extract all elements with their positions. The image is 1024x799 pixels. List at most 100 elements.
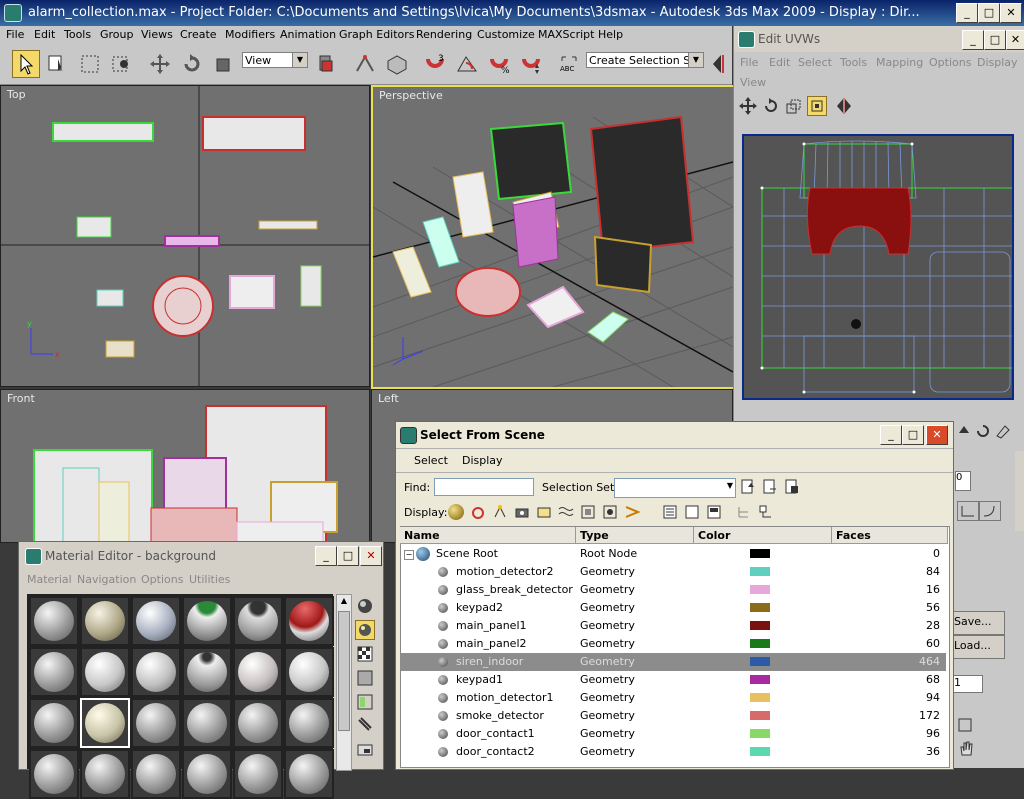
collapse-icon[interactable]: −: [404, 550, 414, 560]
menu-tools[interactable]: Tools: [64, 28, 91, 41]
rectangular-selection-icon[interactable]: [76, 50, 104, 78]
edit-uvws-menu-mapping[interactable]: Mapping: [876, 56, 923, 69]
viewport-top[interactable]: Top y x: [0, 85, 370, 387]
spacewarp-filter-icon[interactable]: [558, 504, 574, 520]
xref-filter-icon[interactable]: [602, 504, 618, 520]
menu-file[interactable]: File: [6, 28, 24, 41]
menu-edit[interactable]: Edit: [34, 28, 55, 41]
close-button[interactable]: ✕: [1000, 3, 1022, 23]
reference-coordinate-combo[interactable]: View ▼: [242, 52, 308, 68]
edit-uvws-menu-edit[interactable]: Edit: [769, 56, 790, 69]
menu-display[interactable]: Display: [462, 454, 503, 467]
angle-snap-icon[interactable]: [453, 50, 481, 78]
material-slot[interactable]: [131, 698, 181, 748]
load-button[interactable]: Load...: [953, 635, 1005, 659]
spinner-up-icon[interactable]: [957, 423, 971, 437]
menu-animation[interactable]: Animation: [280, 28, 336, 41]
uvw-freeform-icon[interactable]: [807, 96, 827, 116]
material-slot[interactable]: [29, 647, 79, 697]
minimize-button[interactable]: _: [956, 3, 978, 23]
corner-shape-icon[interactable]: [957, 501, 979, 521]
paint-icon[interactable]: [995, 423, 1011, 439]
table-row[interactable]: keypad1 Geometry 68: [400, 671, 946, 689]
display-invert-icon[interactable]: [706, 504, 722, 520]
geometry-filter-icon[interactable]: [448, 504, 464, 520]
material-slot[interactable]: [131, 596, 181, 646]
group-filter-icon[interactable]: [580, 504, 596, 520]
edit-uvws-menu-file[interactable]: File: [740, 56, 758, 69]
table-row[interactable]: motion_detector1 Geometry 94: [400, 689, 946, 707]
table-row[interactable]: glass_break_detector Geometry 16: [400, 581, 946, 599]
scale-icon[interactable]: [210, 50, 238, 78]
material-slot[interactable]: [131, 749, 181, 799]
material-menu-options[interactable]: Options: [141, 573, 183, 586]
menu-customize[interactable]: Customize: [477, 28, 535, 41]
material-options-icon[interactable]: [355, 740, 375, 760]
scroll-up-icon[interactable]: ▲: [338, 596, 350, 608]
menu-modifiers[interactable]: Modifiers: [225, 28, 275, 41]
material-slot[interactable]: [182, 749, 232, 799]
edit-uvws-maximize-button[interactable]: □: [984, 30, 1006, 50]
edit-uvws-menu-display[interactable]: Display: [977, 56, 1018, 69]
pan-hand-icon[interactable]: [957, 739, 975, 757]
material-slot[interactable]: [233, 647, 283, 697]
menu-help[interactable]: Help: [598, 28, 623, 41]
keyboard-shortcut-override-icon[interactable]: [383, 50, 411, 78]
menu-views[interactable]: Views: [141, 28, 173, 41]
curve-shape-icon[interactable]: [979, 501, 1001, 521]
move-icon[interactable]: [146, 50, 174, 78]
material-slot[interactable]: [80, 749, 130, 799]
app-icon[interactable]: [4, 4, 22, 22]
backlight-icon[interactable]: [355, 620, 375, 640]
menu-maxscript[interactable]: MAXScript: [538, 28, 594, 41]
background-checker-icon[interactable]: [355, 644, 375, 664]
rotate-icon[interactable]: [178, 50, 206, 78]
uvw-scale-icon[interactable]: [784, 96, 804, 116]
material-slot[interactable]: [284, 647, 334, 697]
zoom-region-icon[interactable]: [957, 717, 973, 733]
viewport-left-label[interactable]: Left: [378, 392, 399, 405]
select-invert-icon[interactable]: [784, 479, 800, 495]
uvw-move-icon[interactable]: [738, 96, 758, 116]
table-row[interactable]: motion_detector2 Geometry 84: [400, 563, 946, 581]
undo-icon[interactable]: [975, 423, 991, 439]
edit-uvws-menu-select[interactable]: Select: [798, 56, 832, 69]
spinner-field-2[interactable]: 0: [955, 471, 971, 491]
viewport-front[interactable]: Front: [0, 389, 370, 543]
select-object-icon[interactable]: [12, 50, 40, 78]
menu-select[interactable]: Select: [414, 454, 448, 467]
menu-rendering[interactable]: Rendering: [416, 28, 472, 41]
material-slot[interactable]: [284, 596, 334, 646]
menu-create[interactable]: Create: [180, 28, 217, 41]
dialog-minimize-button[interactable]: _: [880, 425, 902, 445]
make-preview-icon[interactable]: [355, 716, 375, 736]
column-header-name[interactable]: Name: [400, 527, 576, 544]
material-editor-close-button[interactable]: ✕: [360, 546, 382, 566]
material-slots-scrollbar[interactable]: ▲: [336, 594, 352, 771]
edit-uvws-menu-view[interactable]: View: [740, 76, 766, 89]
select-none-icon[interactable]: [762, 479, 778, 495]
select-and-manipulate-icon[interactable]: [351, 50, 379, 78]
mirror-icon[interactable]: [708, 50, 732, 78]
bone-filter-icon[interactable]: [624, 504, 641, 520]
column-header-color[interactable]: Color: [694, 527, 832, 544]
material-slot[interactable]: [284, 698, 334, 748]
table-row[interactable]: door_contact2 Geometry 36: [400, 743, 946, 761]
edit-uvws-menu-options[interactable]: Options: [929, 56, 971, 69]
table-row[interactable]: door_contact1 Geometry 96: [400, 725, 946, 743]
sample-type-icon[interactable]: [355, 596, 375, 616]
video-color-check-icon[interactable]: [355, 692, 375, 712]
dependents-display-icon[interactable]: [758, 504, 774, 520]
material-slot[interactable]: [29, 596, 79, 646]
material-slot[interactable]: [131, 647, 181, 697]
material-slot[interactable]: [182, 596, 232, 646]
edit-named-selection-icon[interactable]: ABC: [555, 50, 583, 78]
menu-group[interactable]: Group: [100, 28, 134, 41]
table-row-scene-root[interactable]: − Scene Root Root Node 0: [400, 545, 946, 563]
save-button[interactable]: Save...: [953, 611, 1005, 635]
table-row[interactable]: smoke_detector Geometry 172: [400, 707, 946, 725]
display-none-icon[interactable]: [684, 504, 700, 520]
material-slot[interactable]: [233, 596, 283, 646]
edit-uvws-menu-tools[interactable]: Tools: [840, 56, 867, 69]
table-row[interactable]: keypad2 Geometry 56: [400, 599, 946, 617]
